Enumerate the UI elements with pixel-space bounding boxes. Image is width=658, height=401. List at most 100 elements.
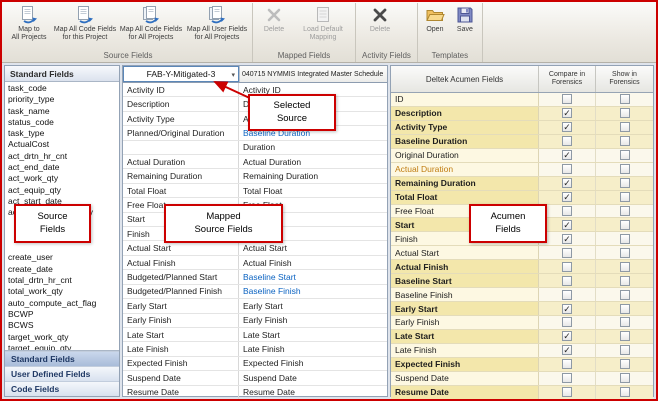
show-checkbox[interactable] bbox=[620, 387, 630, 397]
compare-checkbox[interactable]: ✓ bbox=[562, 192, 572, 202]
compare-checkbox[interactable]: ✓ bbox=[562, 122, 572, 132]
show-in-forensics-cell bbox=[596, 107, 653, 120]
show-checkbox[interactable] bbox=[620, 317, 630, 327]
open-template-button[interactable]: Open bbox=[420, 3, 450, 50]
compare-checkbox[interactable]: ✓ bbox=[562, 345, 572, 355]
mapping-row[interactable]: Early StartEarly Start bbox=[123, 299, 387, 313]
compare-checkbox[interactable] bbox=[562, 262, 572, 272]
source-field-item[interactable]: total_drtn_hr_cnt bbox=[8, 275, 119, 286]
mapping-row[interactable]: Remaining DurationRemaining Duration bbox=[123, 169, 387, 183]
compare-checkbox[interactable]: ✓ bbox=[562, 331, 572, 341]
mapping-row[interactable]: Duration bbox=[123, 141, 387, 155]
show-checkbox[interactable] bbox=[620, 178, 630, 188]
field-category-button-code-fields[interactable]: Code Fields bbox=[5, 381, 119, 396]
source-field-item[interactable]: total_work_qty bbox=[8, 286, 119, 297]
map-user-fields-all-projects-button[interactable]: Map All User Fields for All Projects bbox=[184, 3, 250, 50]
compare-checkbox[interactable] bbox=[562, 373, 572, 383]
acumen-field-row: Actual Start bbox=[391, 246, 653, 260]
compare-checkbox[interactable] bbox=[562, 136, 572, 146]
source-field-item[interactable]: priority_type bbox=[8, 94, 119, 105]
button-label: Map to All Projects bbox=[11, 26, 46, 43]
mapping-row[interactable]: Late FinishLate Finish bbox=[123, 342, 387, 356]
show-checkbox[interactable] bbox=[620, 122, 630, 132]
source-field-item[interactable]: task_name bbox=[8, 106, 119, 117]
mapping-row[interactable]: Actual DurationActual Duration bbox=[123, 155, 387, 169]
show-checkbox[interactable] bbox=[620, 345, 630, 355]
compare-checkbox[interactable] bbox=[562, 359, 572, 369]
source-field-item[interactable]: create_user bbox=[8, 252, 119, 263]
compare-checkbox[interactable] bbox=[562, 94, 572, 104]
source-field-item[interactable]: status_code bbox=[8, 117, 119, 128]
compare-checkbox[interactable]: ✓ bbox=[562, 178, 572, 188]
show-checkbox[interactable] bbox=[620, 359, 630, 369]
map-code-fields-all-projects-button[interactable]: Map All Code Fields for All Projects bbox=[118, 3, 184, 50]
source-field-item[interactable]: BCWS bbox=[8, 320, 119, 331]
compare-checkbox[interactable] bbox=[562, 387, 572, 397]
mapping-row[interactable]: Budgeted/Planned StartBaseline Start bbox=[123, 270, 387, 284]
compare-in-forensics-cell bbox=[539, 135, 596, 148]
source-field-item[interactable]: auto_compute_act_flag bbox=[8, 298, 119, 309]
compare-checkbox[interactable] bbox=[562, 206, 572, 216]
show-checkbox[interactable] bbox=[620, 304, 630, 314]
mapping-row[interactable]: Actual FinishActual Finish bbox=[123, 256, 387, 270]
source-field-item[interactable]: task_code bbox=[8, 83, 119, 94]
source-field-item[interactable]: target_equip_qty bbox=[8, 343, 119, 350]
acumen-field-name: Actual Finish bbox=[391, 260, 539, 273]
field-category-button-standard-fields[interactable]: Standard Fields bbox=[5, 351, 119, 366]
source-field-item[interactable]: act_end_date bbox=[8, 162, 119, 173]
show-checkbox[interactable] bbox=[620, 262, 630, 272]
source-field-item[interactable]: target_work_qty bbox=[8, 332, 119, 343]
source-field-item[interactable]: create_date bbox=[8, 264, 119, 275]
compare-checkbox[interactable]: ✓ bbox=[562, 234, 572, 244]
show-checkbox[interactable] bbox=[620, 234, 630, 244]
show-checkbox[interactable] bbox=[620, 136, 630, 146]
compare-checkbox[interactable]: ✓ bbox=[562, 108, 572, 118]
show-checkbox[interactable] bbox=[620, 331, 630, 341]
source-field-item[interactable]: task_type bbox=[8, 128, 119, 139]
load-default-mapping-icon bbox=[313, 5, 333, 25]
mapping-row[interactable]: Early FinishEarly Finish bbox=[123, 314, 387, 328]
show-checkbox[interactable] bbox=[620, 248, 630, 258]
show-checkbox[interactable] bbox=[620, 192, 630, 202]
acumen-field-row: Expected Finish bbox=[391, 358, 653, 372]
map-to-all-projects-button[interactable]: Map to All Projects bbox=[6, 3, 52, 50]
mapping-row[interactable]: Total FloatTotal Float bbox=[123, 184, 387, 198]
open-template-icon bbox=[425, 5, 445, 25]
show-checkbox[interactable] bbox=[620, 150, 630, 160]
compare-checkbox[interactable]: ✓ bbox=[562, 304, 572, 314]
show-in-forensics-cell bbox=[596, 205, 653, 218]
show-checkbox[interactable] bbox=[620, 290, 630, 300]
source-field-item[interactable]: act_drtn_hr_cnt bbox=[8, 151, 119, 162]
mapping-row[interactable]: Resume DateResume Date bbox=[123, 386, 387, 400]
compare-checkbox[interactable]: ✓ bbox=[562, 220, 572, 230]
save-template-button[interactable]: Save bbox=[450, 3, 480, 50]
source-field-item[interactable]: act_work_qty bbox=[8, 173, 119, 184]
compare-checkbox[interactable]: ✓ bbox=[562, 150, 572, 160]
compare-checkbox[interactable] bbox=[562, 290, 572, 300]
mapping-row[interactable]: Budgeted/Planned FinishBaseline Finish bbox=[123, 285, 387, 299]
show-checkbox[interactable] bbox=[620, 94, 630, 104]
source-field-item[interactable]: act_equip_qty bbox=[8, 185, 119, 196]
compare-checkbox[interactable] bbox=[562, 248, 572, 258]
mapping-row[interactable]: Expected FinishExpected Finish bbox=[123, 357, 387, 371]
show-checkbox[interactable] bbox=[620, 164, 630, 174]
source-field-item[interactable]: BCWP bbox=[8, 309, 119, 320]
show-checkbox[interactable] bbox=[620, 373, 630, 383]
compare-checkbox[interactable] bbox=[562, 164, 572, 174]
show-checkbox[interactable] bbox=[620, 206, 630, 216]
field-category-button-user-defined-fields[interactable]: User Defined Fields bbox=[5, 366, 119, 381]
show-checkbox[interactable] bbox=[620, 220, 630, 230]
compare-checkbox[interactable] bbox=[562, 317, 572, 327]
mapping-row[interactable]: Suspend DateSuspend Date bbox=[123, 371, 387, 385]
acumen-fields-header: Deltek Acumen Fields Compare in Forensic… bbox=[391, 66, 653, 93]
compare-in-forensics-cell bbox=[539, 358, 596, 371]
mapping-row[interactable]: Late StartLate Start bbox=[123, 328, 387, 342]
source-field-item[interactable]: ActualCost bbox=[8, 139, 119, 150]
show-checkbox[interactable] bbox=[620, 276, 630, 286]
map-code-fields-this-project-button[interactable]: Map All Code Fields for this Project bbox=[52, 3, 118, 50]
compare-checkbox[interactable] bbox=[562, 276, 572, 286]
source-field-cell: Total Float bbox=[123, 184, 239, 197]
show-checkbox[interactable] bbox=[620, 108, 630, 118]
source-selector-dropdown[interactable]: FAB-Y-Mitigated-3 ▾ bbox=[123, 66, 239, 82]
mapping-row[interactable]: Actual StartActual Start bbox=[123, 241, 387, 255]
